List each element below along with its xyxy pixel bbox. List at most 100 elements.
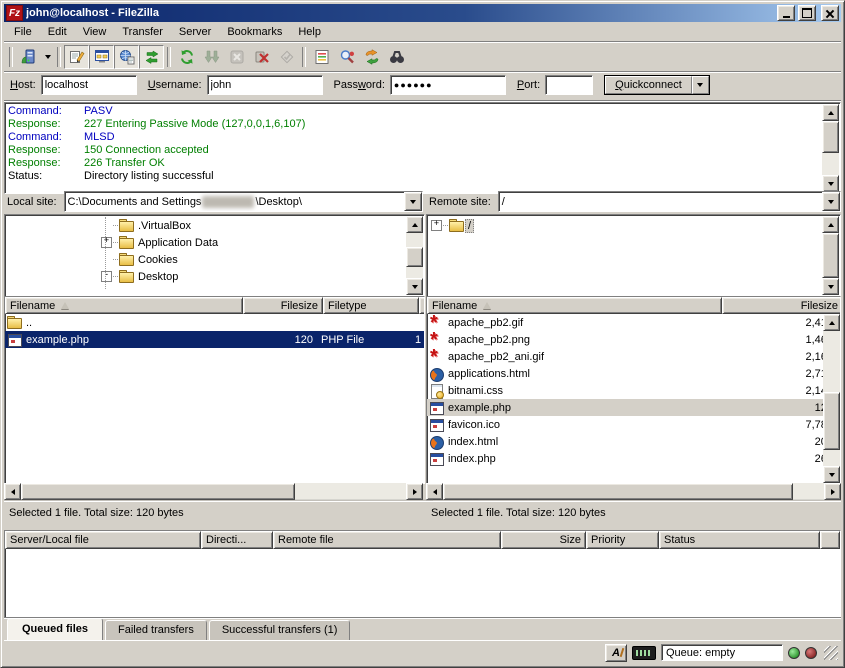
toggle-message-log-button[interactable] [64, 45, 89, 69]
scroll-down-button[interactable] [822, 175, 839, 192]
local-tree-scrollbar[interactable] [406, 216, 423, 295]
remote-list-scrollbar[interactable] [823, 314, 840, 483]
file-row[interactable]: index.html 202 [427, 433, 823, 450]
file-row[interactable]: applications.html 2,713 [427, 365, 823, 382]
remote-site-dropdown-button[interactable] [822, 192, 840, 211]
file-icon [429, 349, 445, 365]
scrollbar-thumb[interactable] [21, 483, 295, 500]
file-row[interactable]: apache_pb2.gif 2,414 [427, 314, 823, 331]
tree-item[interactable]: Cookies [5, 251, 424, 268]
column-header-filesize[interactable]: Filesize [243, 297, 323, 314]
cancel-button[interactable] [224, 45, 249, 69]
scrollbar-thumb[interactable] [443, 483, 793, 500]
quickconnect-dropdown-button[interactable] [692, 76, 709, 94]
column-header-filetype[interactable]: Filetype [323, 297, 419, 314]
queue-tab[interactable]: Successful transfers (1) [209, 620, 351, 641]
scroll-up-button[interactable] [822, 216, 839, 233]
file-row[interactable]: favicon.ico 7,782 [427, 416, 823, 433]
column-header-direction[interactable]: Directi... [201, 531, 273, 549]
scroll-up-button[interactable] [823, 314, 840, 331]
scrollbar-thumb[interactable] [822, 121, 839, 153]
column-header-last-modified[interactable]: L [419, 297, 425, 314]
filter-button[interactable] [309, 45, 334, 69]
scroll-down-button[interactable] [823, 466, 840, 483]
menu-item[interactable]: File [6, 24, 40, 40]
scroll-left-button[interactable] [4, 483, 21, 500]
scrollbar-thumb[interactable] [823, 392, 840, 451]
log-scrollbar[interactable] [822, 104, 839, 192]
remote-site-combobox[interactable]: / [498, 191, 841, 212]
local-site-combobox[interactable]: C:\Documents and Settings\Desktop\ [64, 191, 423, 212]
tree-expander[interactable] [101, 254, 112, 265]
file-row[interactable]: index.php 267 [427, 450, 823, 467]
menu-item[interactable]: Transfer [114, 24, 171, 40]
disconnect-button[interactable] [249, 45, 274, 69]
tree-expander[interactable]: + [431, 220, 442, 231]
find-files-button[interactable] [384, 45, 409, 69]
column-header-filename[interactable]: Filename [427, 297, 722, 314]
directory-comparison-button[interactable] [334, 45, 359, 69]
resize-grip[interactable] [824, 646, 838, 660]
queue-tab[interactable]: Queued files [7, 618, 103, 641]
tree-item[interactable]: + / [427, 217, 840, 234]
site-manager-dropdown-button[interactable] [41, 46, 54, 68]
remote-directory-tree: + / [426, 214, 841, 297]
quickconnect-button[interactable]: Quickconnect [605, 76, 692, 94]
host-input[interactable] [41, 75, 137, 95]
file-row[interactable]: bitnami.css 2,142 [427, 382, 823, 399]
column-header-priority[interactable]: Priority [586, 531, 659, 549]
tree-item[interactable]: - Desktop [5, 268, 424, 285]
tree-expander[interactable]: + [101, 237, 112, 248]
remote-tree-scrollbar[interactable] [822, 216, 839, 295]
column-header-size[interactable]: Size [501, 531, 586, 549]
port-input[interactable] [545, 75, 593, 95]
folder-icon [119, 252, 135, 268]
title-bar[interactable]: Fz john@localhost - FileZilla [4, 4, 841, 22]
tree-item[interactable]: + Application Data [5, 234, 424, 251]
column-header-filename[interactable]: Filename [5, 297, 243, 314]
column-header-status[interactable]: Status [659, 531, 820, 549]
refresh-button[interactable] [174, 45, 199, 69]
local-list-hscrollbar[interactable] [4, 483, 423, 500]
toggle-remote-tree-button[interactable] [114, 45, 139, 69]
scroll-up-button[interactable] [822, 104, 839, 121]
scroll-up-button[interactable] [406, 216, 423, 233]
column-header-remote-file[interactable]: Remote file [273, 531, 501, 549]
scroll-down-button[interactable] [822, 278, 839, 295]
tree-expander[interactable] [101, 220, 112, 231]
tree-expander[interactable]: - [101, 271, 112, 282]
process-queue-button[interactable] [199, 45, 224, 69]
column-header-server-local-file[interactable]: Server/Local file [5, 531, 201, 549]
menu-item[interactable]: View [75, 24, 115, 40]
menu-item[interactable]: Server [171, 24, 219, 40]
password-input[interactable] [390, 75, 506, 95]
minimize-button[interactable] [777, 5, 795, 21]
menu-item[interactable]: Edit [40, 24, 75, 40]
scrollbar-thumb[interactable] [406, 247, 423, 267]
close-button[interactable] [821, 5, 839, 21]
file-row[interactable]: .. [5, 314, 424, 331]
scroll-left-button[interactable] [426, 483, 443, 500]
tree-item[interactable]: .VirtualBox [5, 217, 424, 234]
toggle-transfer-queue-button[interactable] [139, 45, 164, 69]
remote-list-hscrollbar[interactable] [426, 483, 841, 500]
site-manager-button[interactable] [16, 45, 41, 69]
queue-tab[interactable]: Failed transfers [105, 620, 207, 641]
scroll-right-button[interactable] [406, 483, 423, 500]
file-row[interactable]: apache_pb2_ani.gif 2,160 [427, 348, 823, 365]
file-row[interactable]: apache_pb2.png 1,463 [427, 331, 823, 348]
reconnect-button[interactable] [274, 45, 299, 69]
toggle-local-tree-button[interactable] [89, 45, 114, 69]
file-row[interactable]: example.php 120 [427, 399, 823, 416]
scroll-right-button[interactable] [824, 483, 841, 500]
scrollbar-thumb[interactable] [822, 233, 839, 278]
column-header-filesize[interactable]: Filesize [722, 297, 841, 314]
synchronized-browsing-button[interactable] [359, 45, 384, 69]
menu-item[interactable]: Help [290, 24, 329, 40]
file-row[interactable]: example.php 120 PHP File 1 [5, 331, 424, 348]
scroll-down-button[interactable] [406, 278, 423, 295]
username-input[interactable] [207, 75, 323, 95]
maximize-button[interactable] [798, 5, 816, 21]
menu-item[interactable]: Bookmarks [219, 24, 290, 40]
local-site-dropdown-button[interactable] [404, 192, 422, 211]
